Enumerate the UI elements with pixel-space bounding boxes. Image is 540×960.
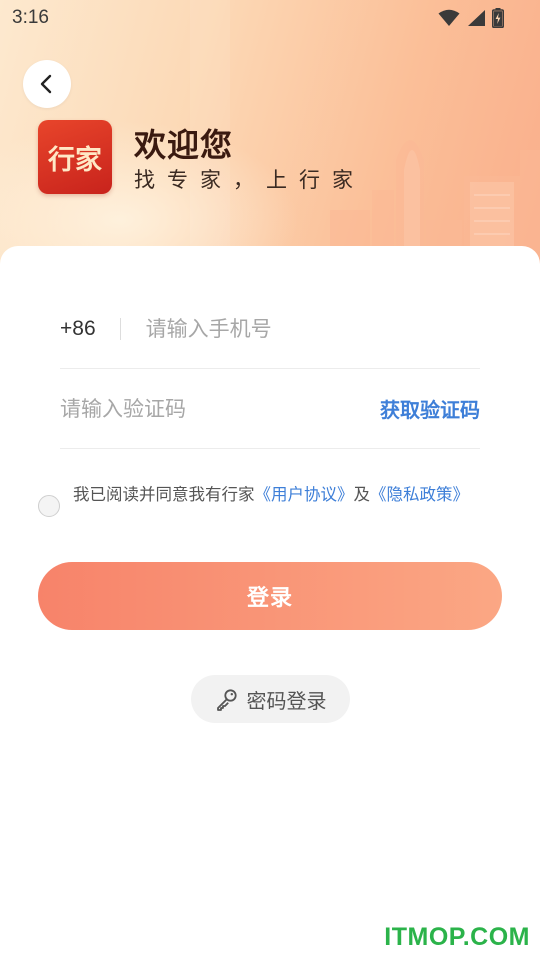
privacy-policy-link[interactable]: 《隐私政策》 [370,485,469,504]
battery-charging-icon [492,8,504,28]
key-icon [216,689,237,711]
status-time: 3:16 [12,7,49,28]
agreement-prefix: 我已阅读并同意我有行家 [73,485,255,504]
wifi-icon [438,9,460,26]
app-logo: 行家 [38,120,112,194]
login-button[interactable]: 登录 [38,562,502,630]
status-bar: 3:16 [0,0,540,36]
phone-row: +86 [60,289,480,369]
user-agreement-link[interactable]: 《用户协议》 [255,485,354,504]
watermark: ITMOP.COM [384,923,530,951]
chevron-left-icon [40,74,52,94]
field-divider [119,317,121,340]
agreement-conjunction: 及 [353,485,371,504]
back-button[interactable] [23,60,71,108]
verification-code-input[interactable] [60,396,380,421]
password-login-button[interactable]: 密码登录 [191,675,350,723]
welcome-subtitle: 找专家，上行家 [134,168,365,192]
app-logo-text: 行家 [48,144,102,176]
verification-code-row: 获取验证码 [60,369,480,449]
password-login-label: 密码登录 [246,688,327,713]
status-icons [438,8,504,28]
welcome-title: 欢迎您 [134,126,234,164]
get-code-button[interactable]: 获取验证码 [380,394,480,423]
agreement-text: 我已阅读并同意我有行家《用户协议》及《隐私政策》 [73,484,469,506]
country-code[interactable]: +86 [60,317,96,341]
signal-icon [468,10,485,26]
agreement: 我已阅读并同意我有行家《用户协议》及《隐私政策》 [38,484,488,517]
phone-input[interactable] [145,316,480,341]
agreement-checkbox[interactable] [38,495,60,517]
